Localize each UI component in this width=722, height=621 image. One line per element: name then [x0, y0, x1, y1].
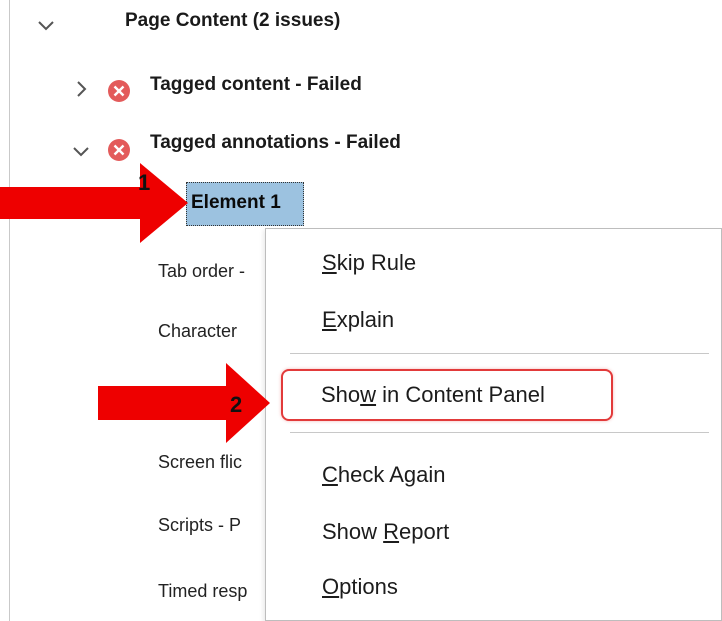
- menu-item-show-report[interactable]: Show Report: [322, 519, 449, 545]
- tree-item-label: Tagged annotations - Failed: [150, 132, 401, 153]
- tree-item-tagged-annotations[interactable]: Tagged annotations - Failed: [150, 128, 401, 158]
- tree-group-label: Page Content (2 issues): [125, 10, 341, 31]
- chevron-down-icon[interactable]: [70, 140, 92, 162]
- tree-item-partial[interactable]: Timed resp: [158, 576, 247, 606]
- error-icon: [107, 138, 131, 162]
- arrow-label-2: 2: [230, 392, 243, 417]
- menu-separator: [290, 432, 709, 433]
- selected-element-label: Element 1: [191, 192, 281, 213]
- menu-item-check-again[interactable]: Check Again: [322, 462, 446, 488]
- error-icon: [107, 79, 131, 103]
- arrow-label-1: 1: [138, 170, 151, 195]
- tree-item-label: Tagged content - Failed: [150, 74, 362, 95]
- tree-item-partial[interactable]: Character: [158, 316, 237, 346]
- menu-item-explain[interactable]: Explain: [322, 307, 394, 333]
- red-arrow-icon: [0, 163, 190, 243]
- panel-left-border: [9, 0, 10, 621]
- tree-item-partial[interactable]: Screen flic: [158, 447, 242, 477]
- tree-group-page-content[interactable]: Page Content (2 issues): [125, 6, 340, 36]
- chevron-down-icon[interactable]: [35, 14, 57, 36]
- menu-item-skip-rule[interactable]: Skip Rule: [322, 250, 416, 276]
- red-arrow-icon: [98, 363, 272, 443]
- menu-item-show-in-content-panel[interactable]: Show in Content Panel: [321, 382, 545, 408]
- tree-selected-element[interactable]: Element 1: [186, 182, 304, 226]
- tree-item-tagged-content[interactable]: Tagged content - Failed: [150, 70, 362, 100]
- chevron-right-icon[interactable]: [70, 78, 92, 100]
- tree-item-partial[interactable]: Tab order -: [158, 256, 245, 286]
- menu-separator: [290, 353, 709, 354]
- menu-item-options[interactable]: Options: [322, 574, 398, 600]
- context-menu: Skip Rule Explain Check Again Show Repor…: [265, 228, 722, 621]
- tree-item-partial[interactable]: Scripts - P: [158, 510, 241, 540]
